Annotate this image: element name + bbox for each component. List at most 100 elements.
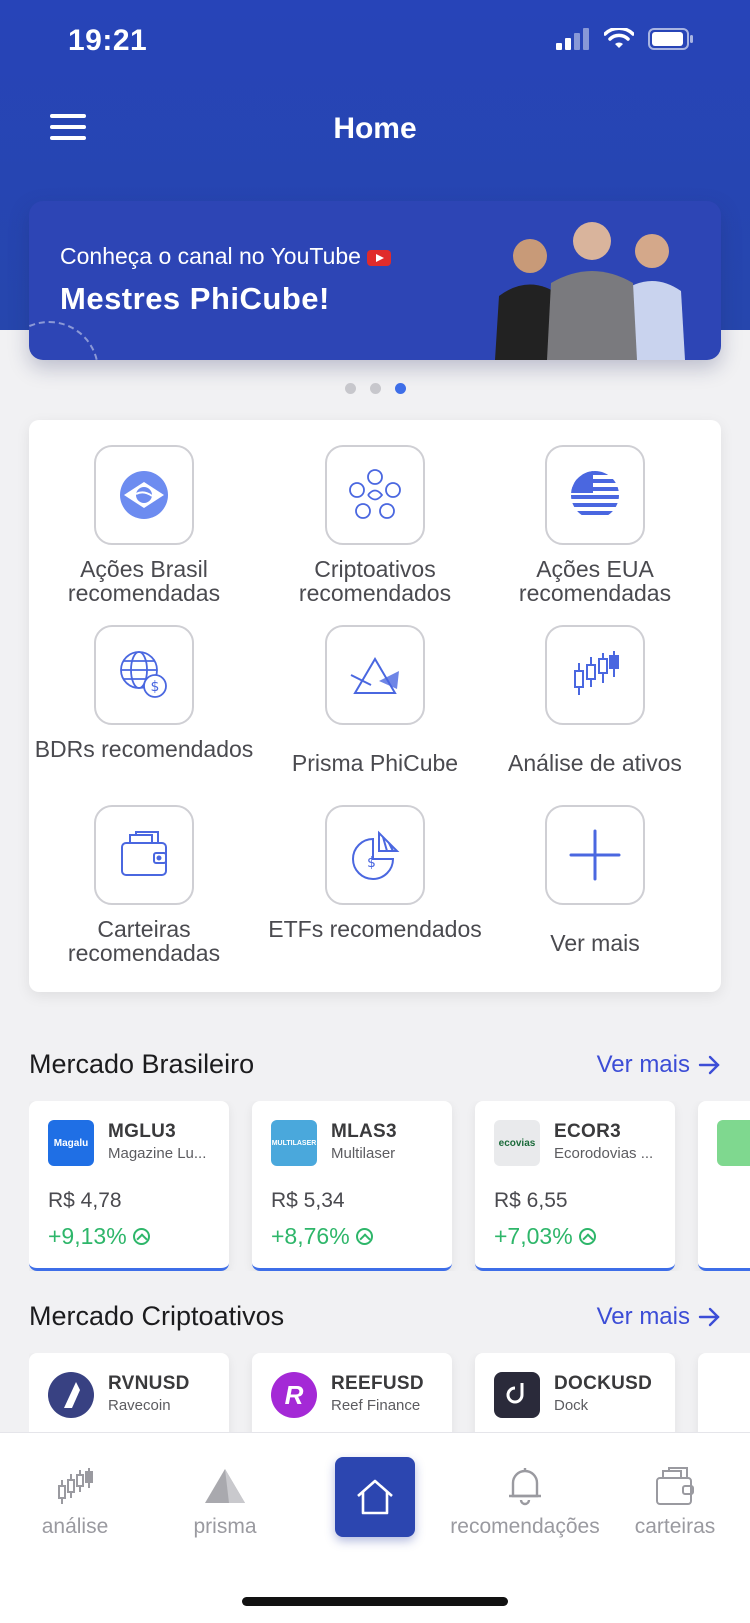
tile-criptoativos[interactable]: Criptoativos recomendados bbox=[265, 445, 485, 605]
status-time: 19:21 bbox=[68, 24, 148, 57]
youtube-icon bbox=[366, 249, 391, 266]
tab-analise[interactable]: análise bbox=[0, 1463, 150, 1539]
crypto-name: Ravecoin bbox=[108, 1397, 171, 1414]
brazil-more-link[interactable]: Ver mais bbox=[597, 1051, 720, 1079]
tile-label: Carteiras recomendadas bbox=[67, 916, 221, 966]
prism-icon bbox=[150, 1463, 300, 1509]
tab-label: análise bbox=[41, 1515, 109, 1538]
navigation-bar: Home bbox=[0, 96, 750, 166]
tile-etfs[interactable]: $ ETFs recomendados bbox=[265, 805, 485, 941]
arrow-up-circle-icon bbox=[578, 1228, 596, 1245]
youtube-banner[interactable]: Conheça o canal no YouTube Mestres PhiCu… bbox=[29, 201, 721, 360]
company-name: Multilaser bbox=[331, 1145, 396, 1162]
svg-text:$: $ bbox=[367, 855, 376, 871]
prism-icon bbox=[325, 625, 425, 725]
tab-home[interactable] bbox=[335, 1457, 415, 1537]
carousel-dot-2[interactable] bbox=[369, 383, 381, 394]
carousel-dot-3[interactable] bbox=[394, 383, 406, 394]
company-logo: Magalu bbox=[48, 1120, 94, 1166]
stock-card-partial[interactable] bbox=[698, 1101, 750, 1271]
arrow-right-icon bbox=[698, 1307, 720, 1327]
tab-carteiras[interactable]: carteiras bbox=[600, 1463, 750, 1539]
brazil-stocks-row[interactable]: Magalu MGLU3 Magazine Lu... R$ 4,78 +9,1… bbox=[29, 1101, 750, 1271]
bell-icon bbox=[450, 1463, 600, 1509]
svg-text:$: $ bbox=[151, 679, 160, 695]
home-icon bbox=[357, 1479, 393, 1515]
decorative-arc bbox=[29, 321, 99, 360]
status-icons bbox=[556, 28, 694, 50]
candlestick-icon bbox=[0, 1463, 150, 1509]
stock-card[interactable]: Magalu MGLU3 Magazine Lu... R$ 4,78 +9,1… bbox=[29, 1101, 229, 1271]
candlestick-icon bbox=[545, 625, 645, 725]
stock-change: +9,13% bbox=[48, 1223, 150, 1250]
tile-label: Criptoativos recomendados bbox=[298, 556, 452, 606]
brazil-flag-icon bbox=[94, 445, 194, 545]
tile-acoes-eua[interactable]: Ações EUA recomendadas bbox=[485, 445, 705, 605]
tile-label: Ações EUA recomendadas bbox=[518, 556, 672, 606]
stock-ticker: MGLU3 bbox=[108, 1121, 176, 1142]
wallet-icon bbox=[600, 1463, 750, 1509]
tile-acoes-brasil[interactable]: Ações Brasil recomendadas bbox=[34, 445, 254, 605]
tile-label: Ações Brasil recomendadas bbox=[67, 556, 221, 606]
tab-label: prisma bbox=[193, 1515, 257, 1538]
company-logo: MULTILASER bbox=[271, 1120, 317, 1166]
crypto-card[interactable]: R REEFUSD Reef Finance bbox=[252, 1353, 452, 1433]
banner-title: Mestres PhiCube! bbox=[60, 281, 330, 316]
ravencoin-logo-icon bbox=[48, 1372, 94, 1418]
tile-prisma[interactable]: Prisma PhiCube bbox=[265, 625, 485, 775]
section-title-brazil: Mercado Brasileiro bbox=[29, 1049, 255, 1079]
globe-dollar-icon: $ bbox=[94, 625, 194, 725]
shortcuts-grid: Ações Brasil recomendadas Criptoativos r… bbox=[29, 420, 721, 992]
page-title: Home bbox=[333, 112, 417, 145]
wifi-icon bbox=[604, 28, 634, 48]
crypto-card-partial[interactable] bbox=[698, 1353, 750, 1433]
wallet-icon bbox=[94, 805, 194, 905]
tile-label: BDRs recomendados bbox=[34, 736, 254, 762]
tile-label: Prisma PhiCube bbox=[291, 750, 459, 776]
crypto-more-link[interactable]: Ver mais bbox=[597, 1303, 720, 1331]
tab-label: carteiras bbox=[634, 1515, 716, 1538]
tab-label: recomendações bbox=[450, 1515, 600, 1538]
arrow-up-circle-icon bbox=[132, 1228, 150, 1245]
crypto-card[interactable]: DOCKUSD Dock bbox=[475, 1353, 675, 1433]
plus-icon bbox=[545, 805, 645, 905]
crypto-card[interactable]: RVNUSD Ravecoin bbox=[29, 1353, 229, 1433]
company-logo: ecovias bbox=[494, 1120, 540, 1166]
stock-change: +8,76% bbox=[271, 1223, 373, 1250]
signal-icon bbox=[556, 28, 589, 50]
tab-prisma[interactable]: prisma bbox=[150, 1463, 300, 1539]
crypto-ticker: REEFUSD bbox=[331, 1373, 424, 1394]
banner-subtitle: Conheça o canal no YouTube bbox=[60, 243, 391, 270]
battery-icon bbox=[648, 28, 693, 50]
crypto-name: Reef Finance bbox=[331, 1397, 421, 1414]
tile-carteiras[interactable]: Carteiras recomendadas bbox=[34, 805, 254, 965]
crypto-name: Dock bbox=[554, 1397, 589, 1414]
bottom-tab-bar: análise prisma recomendações carteiras bbox=[0, 1432, 750, 1623]
tile-label: Ver mais bbox=[550, 930, 640, 956]
carousel-dot-1[interactable] bbox=[344, 383, 356, 394]
tile-ver-mais[interactable]: Ver mais bbox=[485, 805, 705, 955]
tab-recomendacoes[interactable]: recomendações bbox=[450, 1463, 600, 1539]
carousel-dots bbox=[0, 383, 750, 394]
crypto-ticker: DOCKUSD bbox=[554, 1373, 653, 1394]
pie-dollar-icon: $ bbox=[325, 805, 425, 905]
stock-price: R$ 5,34 bbox=[271, 1189, 345, 1212]
section-title-crypto: Mercado Criptoativos bbox=[29, 1301, 285, 1331]
stock-price: R$ 6,55 bbox=[494, 1189, 568, 1212]
dock-logo-icon bbox=[494, 1372, 540, 1418]
tile-analise[interactable]: Análise de ativos bbox=[485, 625, 705, 775]
arrow-up-circle-icon bbox=[355, 1228, 373, 1245]
stock-price: R$ 4,78 bbox=[48, 1189, 122, 1212]
usa-flag-icon bbox=[545, 445, 645, 545]
company-name: Ecorodovias ... bbox=[554, 1145, 654, 1162]
tile-bdrs[interactable]: $ BDRs recomendados bbox=[34, 625, 254, 761]
company-name: Magazine Lu... bbox=[108, 1145, 207, 1162]
company-logo bbox=[717, 1120, 750, 1166]
stock-card[interactable]: ecovias ECOR3 Ecorodovias ... R$ 6,55 +7… bbox=[475, 1101, 675, 1271]
stock-card[interactable]: MULTILASER MLAS3 Multilaser R$ 5,34 +8,7… bbox=[252, 1101, 452, 1271]
stock-ticker: MLAS3 bbox=[331, 1121, 397, 1142]
tile-label: Análise de ativos bbox=[508, 750, 682, 776]
stock-ticker: ECOR3 bbox=[554, 1121, 621, 1142]
crypto-row[interactable]: RVNUSD Ravecoin R REEFUSD Reef Finance D… bbox=[29, 1353, 750, 1433]
status-bar: 19:21 bbox=[0, 0, 750, 84]
